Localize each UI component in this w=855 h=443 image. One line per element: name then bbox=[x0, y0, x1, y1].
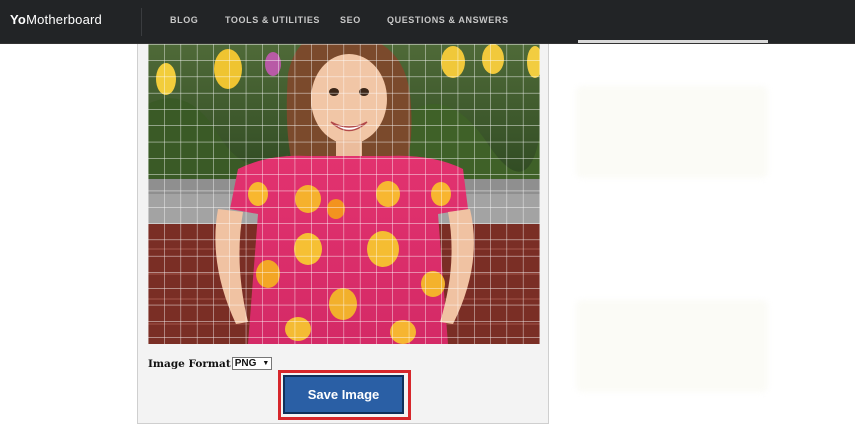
nav-link-blog[interactable]: BLOG bbox=[170, 15, 198, 25]
grid-overlay-image bbox=[148, 44, 540, 344]
nav-link-questions-answers[interactable]: QUESTIONS & ANSWERS bbox=[387, 15, 509, 25]
site-logo[interactable]: YoMotherboard bbox=[10, 12, 102, 27]
logo-prefix: Yo bbox=[10, 12, 27, 27]
sidebar-blurred-widget bbox=[576, 300, 768, 392]
sidebar-blurred-line bbox=[578, 40, 768, 43]
nav-divider bbox=[141, 8, 142, 36]
image-format-label: Image Format bbox=[148, 357, 231, 370]
sidebar-blurred-ad bbox=[576, 86, 768, 178]
save-image-button[interactable]: Save Image bbox=[283, 375, 404, 414]
logo-text: Motherboard bbox=[26, 12, 102, 27]
nav-link-tools-utilities[interactable]: TOOLS & UTILITIES bbox=[225, 15, 320, 25]
chevron-down-icon: ▼ bbox=[262, 360, 270, 367]
image-format-select[interactable]: PNG ▼ bbox=[231, 357, 273, 370]
image-format-row: Image Format PNG ▼ bbox=[148, 357, 273, 370]
nav-link-seo[interactable]: SEO bbox=[340, 15, 361, 25]
image-format-value: PNG bbox=[234, 358, 257, 369]
top-navigation-bar: YoMotherboard BLOG TOOLS & UTILITIES SEO… bbox=[0, 0, 855, 44]
